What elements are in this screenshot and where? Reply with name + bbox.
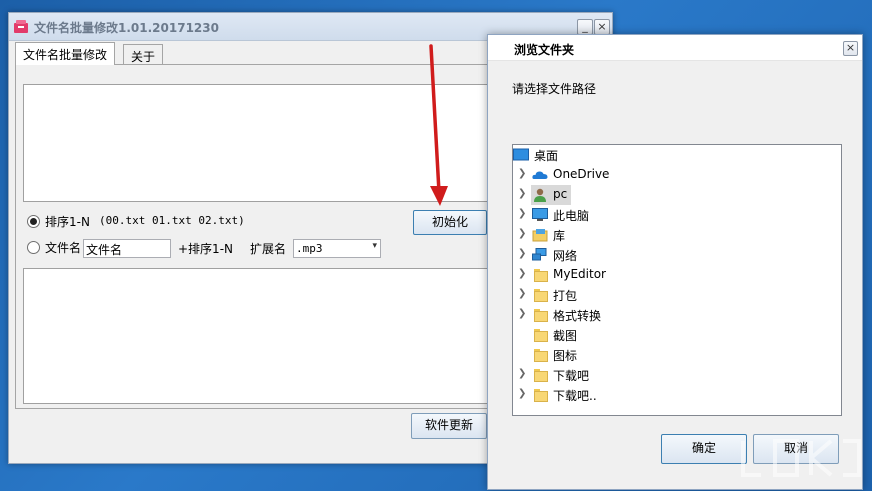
tree-item-label: 图标 xyxy=(553,349,578,363)
sort-label: 排序1-N xyxy=(45,215,90,229)
watermark-logo-icon xyxy=(741,439,861,477)
close-button[interactable]: × xyxy=(594,19,610,35)
tree-item-this-pc[interactable]: ❯ 此电脑 xyxy=(513,205,841,225)
tree-item-label: 打包 xyxy=(553,289,578,303)
radio-filename[interactable] xyxy=(27,241,40,254)
tree-item-pack[interactable]: ❯ 打包 xyxy=(513,285,841,305)
ext-label: 扩展名 xyxy=(250,242,287,256)
dialog-prompt: 请选择文件路径 xyxy=(512,82,597,96)
user-icon xyxy=(534,188,546,202)
tree-item-library[interactable]: ❯ 库 xyxy=(513,225,841,245)
chevron-right-icon[interactable]: ❯ xyxy=(518,228,526,239)
chevron-right-icon[interactable]: ❯ xyxy=(518,268,526,279)
radio-sort[interactable] xyxy=(27,215,40,228)
tree-item-pc[interactable]: pc xyxy=(531,185,571,205)
tree-item-label: 库 xyxy=(553,229,566,243)
folder-icon xyxy=(533,288,549,302)
tab-about[interactable]: 关于 xyxy=(123,44,164,64)
ext-select[interactable]: .mp3 ▾ xyxy=(293,239,381,258)
tree-item-xiazaiba-2[interactable]: ❯ 下载吧.. xyxy=(513,385,841,405)
folder-icon xyxy=(533,388,549,402)
folder-icon xyxy=(533,348,549,362)
tree-item-label: 截图 xyxy=(553,329,578,343)
chevron-right-icon[interactable]: ❯ xyxy=(518,308,526,319)
chevron-right-icon[interactable]: ❯ xyxy=(518,388,526,399)
folder-tree[interactable]: 桌面 ❯ OneDrive pc ❯ ❯ 此电脑 ❯ 库 ❯ 网络 ❯ MyEd… xyxy=(512,144,842,416)
desktop-icon xyxy=(513,148,529,161)
plus-sort-label: +排序1-N xyxy=(178,242,233,256)
computer-icon xyxy=(532,208,548,221)
network-icon xyxy=(532,248,547,261)
tree-item-label: OneDrive xyxy=(553,167,610,181)
tree-item-icons[interactable]: 图标 xyxy=(513,345,841,365)
dialog-close-button[interactable]: × xyxy=(843,41,858,56)
window-title: 文件名批量修改1.01.20171230 xyxy=(34,21,219,35)
tree-item-label: 此电脑 xyxy=(553,209,590,223)
tree-item-myeditor[interactable]: ❯ MyEditor xyxy=(513,265,841,285)
chevron-right-icon[interactable]: ❯ xyxy=(518,248,526,259)
app-icon xyxy=(14,20,28,33)
dialog-title: 浏览文件夹 xyxy=(514,43,575,57)
tree-item-format-convert[interactable]: ❯ 格式转换 xyxy=(513,305,841,325)
folder-icon xyxy=(533,308,549,322)
tree-item-label: 下载吧.. xyxy=(553,389,597,403)
folder-icon xyxy=(533,368,549,382)
tree-item-label: pc xyxy=(553,187,568,201)
minimize-button[interactable]: _ xyxy=(577,19,593,35)
tab-rename[interactable]: 文件名批量修改 xyxy=(15,42,116,65)
tree-item-label: 网络 xyxy=(553,249,578,263)
tree-item-label: 下载吧 xyxy=(553,369,590,383)
tree-item-xiazaiba[interactable]: ❯ 下载吧 xyxy=(513,365,841,385)
folder-icon xyxy=(533,268,549,282)
dropdown-arrow-icon: ▾ xyxy=(372,241,377,251)
sort-example: (00.txt 01.txt 02.txt) xyxy=(99,214,245,227)
filename-input[interactable]: 文件名 xyxy=(83,239,171,258)
dialog-titlebar[interactable]: 浏览文件夹 × xyxy=(488,35,862,61)
filename-label: 文件名 xyxy=(45,241,82,255)
init-button[interactable]: 初始化 xyxy=(413,210,487,235)
tree-item-label: MyEditor xyxy=(553,267,606,281)
tree-item-network[interactable]: ❯ 网络 xyxy=(513,245,841,265)
update-button[interactable]: 软件更新 xyxy=(411,413,487,439)
folder-icon xyxy=(533,328,549,342)
tree-item-onedrive[interactable]: ❯ OneDrive xyxy=(513,165,841,185)
tree-item-label: 桌面 xyxy=(534,149,559,163)
chevron-right-icon[interactable]: ❯ xyxy=(518,208,526,219)
chevron-right-icon[interactable]: ❯ xyxy=(518,368,526,379)
chevron-right-icon[interactable]: ❯ xyxy=(518,168,526,179)
tree-item-label: 格式转换 xyxy=(553,309,602,323)
onedrive-cloud-icon xyxy=(532,171,548,179)
chevron-right-icon[interactable]: ❯ xyxy=(518,188,526,199)
tree-item-desktop[interactable]: 桌面 xyxy=(513,145,841,165)
chevron-right-icon[interactable]: ❯ xyxy=(518,288,526,299)
tree-item-screenshots[interactable]: 截图 xyxy=(513,325,841,345)
ext-select-value: .mp3 xyxy=(296,242,323,255)
browse-folder-dialog: 浏览文件夹 × 请选择文件路径 桌面 ❯ OneDrive pc ❯ ❯ 此电脑… xyxy=(487,34,863,490)
library-icon xyxy=(532,229,548,242)
